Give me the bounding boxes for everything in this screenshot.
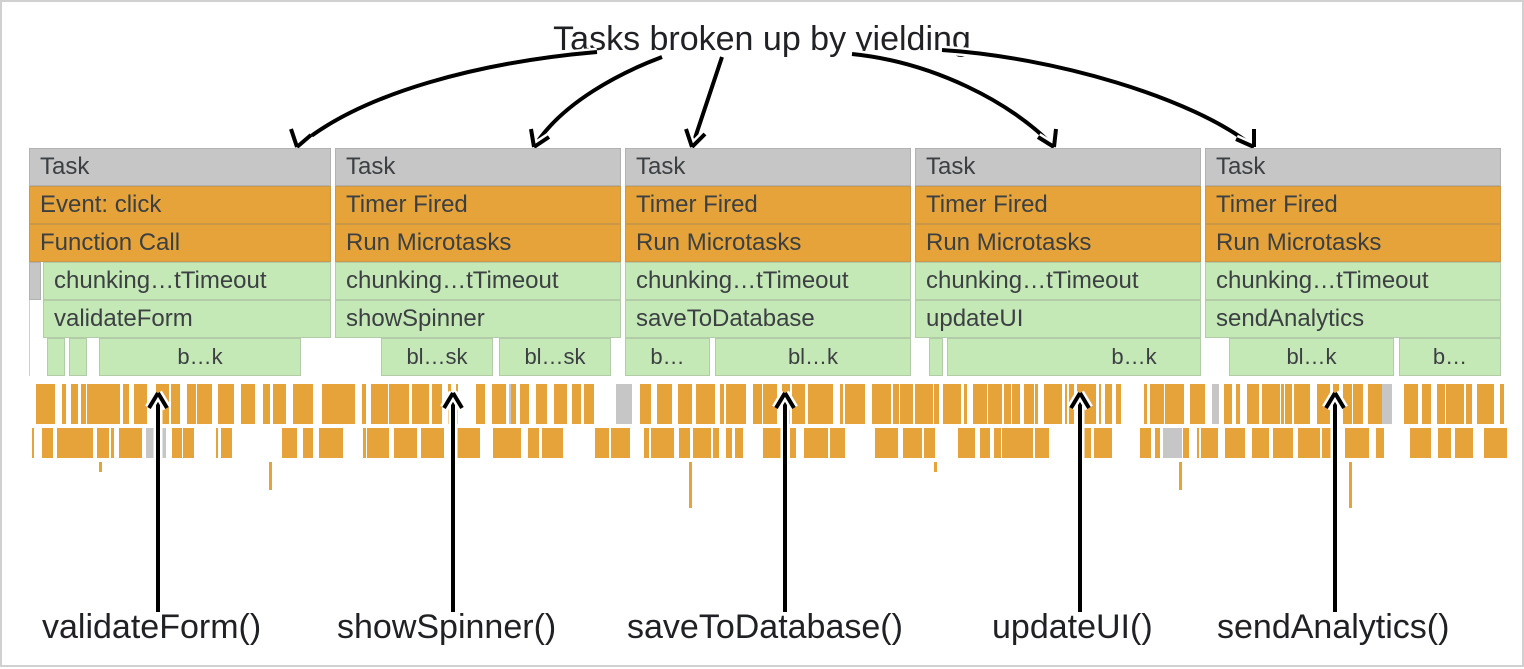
event-bar-2: Timer Fired bbox=[625, 186, 911, 224]
event-bar-3: Timer Fired bbox=[915, 186, 1201, 224]
task-bar-2: Task bbox=[625, 148, 911, 186]
fn-bar-4: sendAnalytics bbox=[1205, 300, 1501, 338]
top-arrows bbox=[2, 2, 1524, 162]
task-bar-0: Task bbox=[29, 148, 331, 186]
label-1: showSpinner() bbox=[337, 608, 556, 647]
sub-bar-3: b…k bbox=[947, 338, 1201, 376]
row-event: Event: click Timer Fired Timer Fired Tim… bbox=[29, 186, 1501, 224]
fn-bar-0: validateForm bbox=[43, 300, 331, 338]
row-sub: b…k bl…sk bl…sk b… bl…k b…k bl…k b… bbox=[29, 338, 1501, 376]
chunk-bar-0: chunking…tTimeout bbox=[43, 262, 331, 300]
task-bar-4: Task bbox=[1205, 148, 1501, 186]
fn-bar-3: updateUI bbox=[915, 300, 1201, 338]
micro-row-1 bbox=[29, 384, 1501, 424]
chunk-bar-3: chunking…tTimeout bbox=[915, 262, 1201, 300]
sub-sliver-3a bbox=[929, 338, 943, 376]
sub-bar-0: b…k bbox=[99, 338, 301, 376]
flame-chart: Task Task Task Task Task Event: click Ti… bbox=[29, 148, 1501, 376]
sub-bar-2a: b… bbox=[625, 338, 710, 376]
chunk-bar-1: chunking…tTimeout bbox=[335, 262, 621, 300]
row-task: Task Task Task Task Task bbox=[29, 148, 1501, 186]
micro-row-2 bbox=[29, 428, 1501, 458]
sub-bar-1a: bl…sk bbox=[381, 338, 493, 376]
call-bar-2: Run Microtasks bbox=[625, 224, 911, 262]
fn-bar-1: showSpinner bbox=[335, 300, 621, 338]
row-chunk: chunking…tTimeout chunking…tTimeout chun… bbox=[29, 262, 1501, 300]
event-bar-1: Timer Fired bbox=[335, 186, 621, 224]
event-bar-0: Event: click bbox=[29, 186, 331, 224]
chunk-bar-2: chunking…tTimeout bbox=[625, 262, 911, 300]
sub-bar-4b: b… bbox=[1399, 338, 1501, 376]
sub-bar-2b: bl…k bbox=[715, 338, 911, 376]
sub-sliver-0b bbox=[69, 338, 87, 376]
micro-row-3 bbox=[29, 462, 1501, 510]
call-bar-1: Run Microtasks bbox=[335, 224, 621, 262]
row-fn: validateForm showSpinner saveToDatabase … bbox=[29, 300, 1501, 338]
label-3: updateUI() bbox=[992, 608, 1153, 647]
fn-bar-2: saveToDatabase bbox=[625, 300, 911, 338]
sub-bar-4a: bl…k bbox=[1229, 338, 1394, 376]
event-bar-4: Timer Fired bbox=[1205, 186, 1501, 224]
call-bar-3: Run Microtasks bbox=[915, 224, 1201, 262]
label-0: validateForm() bbox=[42, 608, 261, 647]
call-bar-4: Run Microtasks bbox=[1205, 224, 1501, 262]
task-bar-1: Task bbox=[335, 148, 621, 186]
sub-bar-1b: bl…sk bbox=[499, 338, 611, 376]
task-bar-3: Task bbox=[915, 148, 1201, 186]
chunk-bar-4: chunking…tTimeout bbox=[1205, 262, 1501, 300]
label-4: sendAnalytics() bbox=[1217, 608, 1449, 647]
row-call: Function Call Run Microtasks Run Microta… bbox=[29, 224, 1501, 262]
label-2: saveToDatabase() bbox=[627, 608, 903, 647]
sub-sliver-0a bbox=[47, 338, 65, 376]
call-bar-0: Function Call bbox=[29, 224, 331, 262]
